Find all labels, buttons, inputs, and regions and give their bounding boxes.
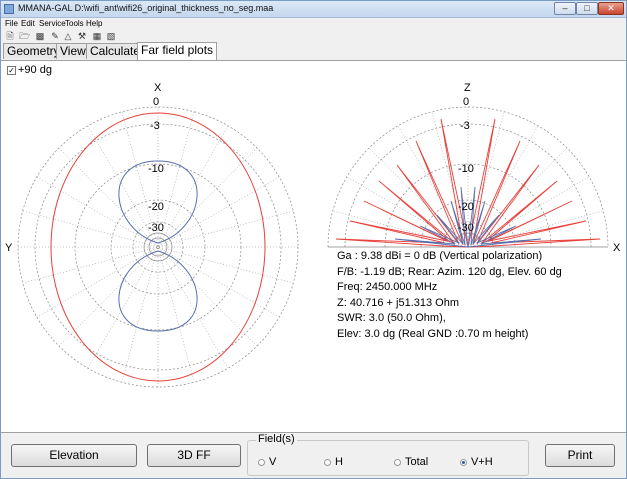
maximize-button[interactable]: □: [576, 2, 598, 15]
far-field-plots-svg: X Y 0 -3 -10 -20 -30 Z X 0 -3 -10 -20 -3…: [5, 82, 621, 388]
triangle-icon[interactable]: △: [63, 31, 73, 41]
calculator-icon[interactable]: ▦: [92, 31, 102, 41]
tab-bar: Geometry View Calculate Far field plots: [1, 42, 626, 60]
left-horizontal-pattern: [50, 112, 266, 382]
right-ring-label-3: -3: [460, 120, 470, 132]
right-ring-label-20: -20: [458, 201, 474, 213]
menu-service[interactable]: Service: [39, 19, 66, 28]
radio-vh-icon: [460, 458, 467, 466]
print-button[interactable]: Print: [545, 444, 615, 467]
elevation-button[interactable]: Elevation: [11, 444, 137, 467]
menu-file[interactable]: File: [5, 19, 18, 28]
left-ring-label-3: -3: [150, 120, 160, 132]
tab-far-field-plots[interactable]: Far field plots: [137, 42, 218, 60]
right-side-axis-label: X: [613, 242, 621, 254]
impedance-readout: Z: 40.716 + j51.313 Ohm: [337, 296, 459, 309]
close-button[interactable]: ✕: [598, 2, 624, 15]
open-folder-icon[interactable]: 🗁: [19, 31, 30, 41]
left-polar-spokes: [18, 107, 298, 387]
3d-ff-button[interactable]: 3D FF: [147, 444, 241, 467]
minimize-button[interactable]: –: [554, 2, 576, 15]
frequency-readout: Freq: 2450.000 MHz: [337, 281, 438, 294]
field-option-h[interactable]: H: [324, 456, 343, 468]
new-file-icon[interactable]: 🗎: [5, 31, 15, 41]
tab-geometry[interactable]: Geometry: [3, 43, 64, 59]
right-ring-label-10: -10: [458, 163, 474, 175]
fields-group: Field(s) V H Total V+H: [247, 433, 529, 476]
right-top-axis-label: Z: [464, 82, 471, 94]
tab-view[interactable]: View: [56, 43, 90, 59]
menu-edit[interactable]: Edit: [21, 19, 35, 28]
left-ring-label-20: -20: [148, 201, 164, 213]
left-ring-label-30: -30: [148, 222, 164, 234]
save-icon[interactable]: ▩: [35, 31, 45, 41]
left-top-axis-label: X: [154, 82, 162, 94]
radio-total-icon: [394, 458, 401, 466]
title-bar: MMANA-GAL D:\wifi_ant\wifi26_original_th…: [1, 1, 626, 18]
book-icon[interactable]: ▧: [106, 31, 116, 41]
hammer-icon[interactable]: ⚒: [77, 31, 87, 41]
pencil-icon[interactable]: ✎: [50, 31, 60, 41]
results-panel: Ga : 9.38 dBi = 0 dB (Vertical polarizat…: [337, 249, 562, 343]
tab-calculate[interactable]: Calculate: [86, 43, 145, 59]
menu-tools[interactable]: Tools: [65, 19, 84, 28]
app-window: MMANA-GAL D:\wifi_ant\wifi26_original_th…: [0, 0, 627, 479]
far-field-panel: ✓ +90 dg X Y 0 -3 -10 -20 -30 Z X 0 -3 -…: [1, 60, 626, 433]
left-ring-label-0: 0: [153, 96, 159, 108]
right-ring-label-30: -30: [458, 222, 474, 234]
right-ring-label-0: 0: [463, 96, 469, 108]
app-icon: [4, 4, 14, 14]
left-side-axis-label: Y: [5, 242, 13, 254]
elevation-readout: Elev: 3.0 dg (Real GND :0.70 m height): [337, 327, 529, 340]
front-back-readout: F/B: -1.19 dB; Rear: Azim. 120 dg, Elev.…: [337, 265, 562, 278]
field-option-v[interactable]: V: [258, 456, 276, 468]
field-option-vh[interactable]: V+H: [460, 456, 493, 468]
gain-readout: Ga : 9.38 dBi = 0 dB (Vertical polarizat…: [337, 250, 543, 262]
field-option-total[interactable]: Total: [394, 456, 428, 468]
menu-help[interactable]: Help: [86, 19, 102, 28]
swr-readout: SWR: 3.0 (50.0 Ohm),: [337, 312, 446, 325]
left-ring-label-10: -10: [148, 163, 164, 175]
window-title: MMANA-GAL D:\wifi_ant\wifi26_original_th…: [18, 3, 274, 13]
bottom-panel: Elevation 3D FF Field(s) V H Total V+H P…: [1, 432, 626, 478]
radio-v-icon: [258, 458, 265, 466]
fields-group-label: Field(s): [256, 433, 297, 445]
toolbar: 🗎 🗁 ▩ ✎ △ ⚒ ▦ ▧: [1, 30, 626, 43]
radio-h-icon: [324, 458, 331, 466]
menu-bar: File Edit Service Tools Help: [1, 18, 626, 30]
